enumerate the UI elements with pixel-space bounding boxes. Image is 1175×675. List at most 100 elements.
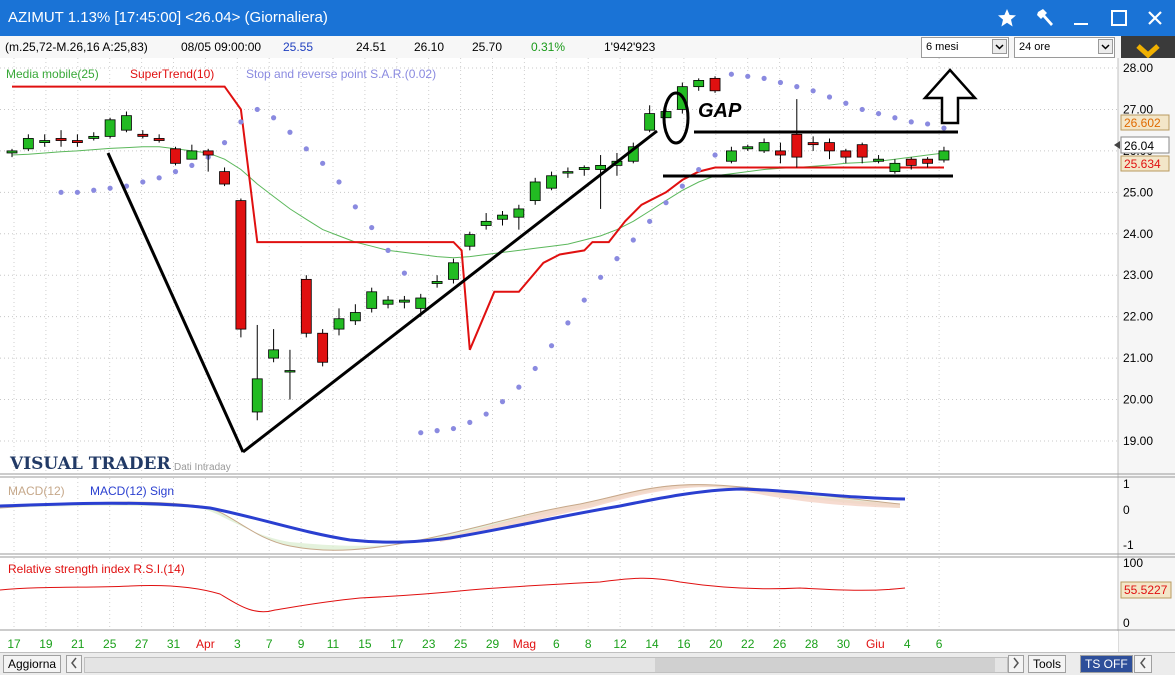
sar-dot [107,185,113,191]
candle-body [856,144,868,158]
candle-body [775,150,786,156]
chart-area[interactable]: 28.0027.0026.0025.0024.0023.0022.0021.00… [0,58,1175,652]
legend-sar: Stop and reverse point S.A.R.(0.02) [246,67,436,81]
ts-toggle-button[interactable]: TS OFF [1080,655,1133,673]
tools-button[interactable] [1030,4,1060,32]
close-icon [1148,11,1162,25]
scroll-end-button[interactable] [1134,655,1152,673]
candle-body [562,171,574,174]
sar-dot [434,428,440,434]
sar-dot [614,256,620,262]
star-icon [998,9,1016,27]
date-tick-label: 8 [585,637,592,651]
sar-dot [532,365,538,372]
sar-dot [172,169,179,175]
candle-body [922,158,933,164]
sar-dot [647,218,653,224]
period-select[interactable]: 6 mesi [921,37,1009,58]
candle-body [284,370,296,373]
tools-menu-button[interactable]: Tools [1028,655,1067,673]
candle-body [709,77,721,92]
date-tick-label: 12 [613,637,627,651]
date-tick-label: 25 [103,637,117,651]
price-axis-label: 21.00 [1123,351,1153,365]
sar-dot [467,419,473,425]
sar-dot [843,100,849,106]
date-tick-label: 11 [327,637,340,651]
refresh-button[interactable]: Aggiorna [3,655,62,673]
sar-dot [238,119,244,125]
scroll-right-button[interactable] [1008,655,1024,673]
sar-dot [336,179,342,185]
ma-info: (m.25,72-M.26,16 A:25,83) [5,40,148,54]
candle-body [6,150,18,154]
macd-label: MACD(12) [8,484,65,498]
date-tick-label: 22 [741,637,755,651]
quote-last: 25.55 [283,40,314,54]
date-tick-label: 4 [904,637,911,651]
macd-pane: MACD(12) MACD(12) Sign 1 0 -1 [0,477,1134,552]
sar-dot [189,162,195,168]
scroll-left-button[interactable] [66,655,82,673]
candle-body [889,162,901,173]
sar-dot [663,200,669,206]
candle-body [382,299,394,305]
candle-body [219,171,230,185]
sar-dot [516,384,522,390]
candle-body [366,291,378,309]
sar-dot [221,140,228,146]
close-button[interactable] [1140,4,1170,32]
price-axis-label: 24.00 [1123,227,1153,241]
sar-dot [761,75,767,81]
price-axis-label: 27.00 [1123,102,1153,116]
horizontal-scrollbar[interactable] [84,657,1008,673]
candle-body [22,138,34,150]
bottom-bar: Aggiorna Tools TS OFF [0,652,1175,675]
sar-dot [908,119,914,125]
candle-body [431,281,443,284]
sar-dot [74,189,80,195]
chevron-right-icon [1013,657,1019,669]
sar-dot [941,125,947,131]
date-tick-label: 7 [266,637,273,651]
interval-select[interactable]: 24 ore [1014,37,1115,58]
date-tick-label: 31 [167,637,181,651]
date-tick-label: 9 [298,637,305,651]
sar-dot [401,270,407,276]
sar-dot [565,320,571,326]
sar-dot [156,175,162,181]
candle-body [202,150,214,156]
interval-value: 24 ore [1019,41,1051,53]
minimize-button[interactable] [1066,4,1096,32]
sar-dot [418,430,424,436]
sar-dot [598,274,604,280]
candle-body [72,140,83,144]
price-axis-label: 25.00 [1123,185,1153,199]
sar-dot [794,84,800,90]
rsi-axis-top: 100 [1123,556,1143,570]
sar-dot [369,224,375,231]
price-axis-label: 23.00 [1123,268,1153,282]
scrollbar-thumb[interactable] [655,658,995,672]
date-tick-label: 23 [422,637,436,651]
watermark-brand: VISUAL TRADER [9,454,171,474]
date-tick-label: 19 [39,637,53,651]
price-axis-label: 19.00 [1123,434,1153,448]
candle-body [137,133,149,137]
maximize-button[interactable] [1104,4,1134,32]
favorite-button[interactable] [992,4,1022,32]
candle-body [644,113,656,131]
quote-high: 26.10 [414,40,445,54]
candle-body [415,297,427,309]
candle-body [186,150,198,160]
sar-dot [385,247,391,253]
sar-dot [925,121,931,127]
sar-dot [777,79,784,86]
candle-body [726,150,737,162]
date-tick-label: 17 [390,637,404,651]
candle-body [398,299,410,303]
chevron-down-icon [1098,39,1113,54]
price-axis-label: 22.00 [1123,310,1153,324]
window-title: AZIMUT 1.13% [17:45:00] <26.04> (Giornal… [8,9,328,26]
sar-dot [320,160,326,166]
